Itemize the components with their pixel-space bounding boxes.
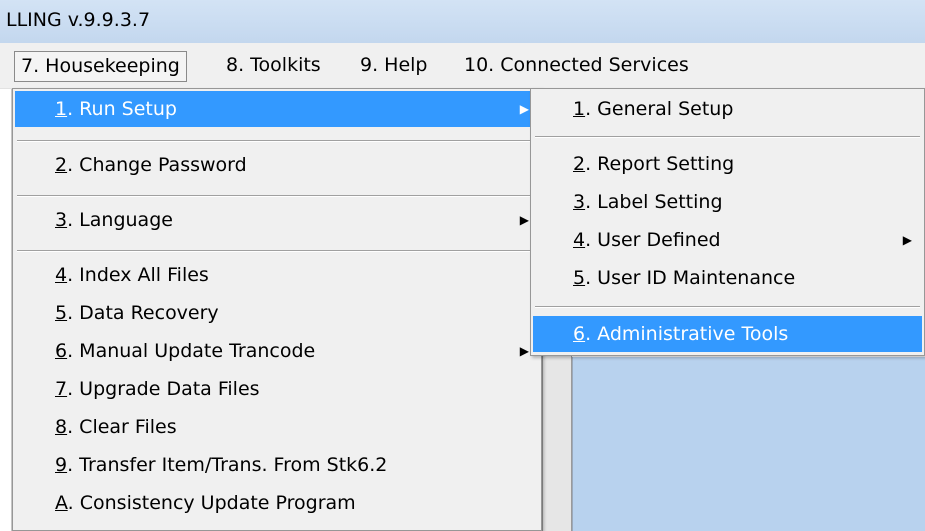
menu-item-general-setup[interactable]: 1. General Setup bbox=[533, 91, 922, 127]
triangle-right-icon: ▶ bbox=[519, 102, 529, 116]
menu-item-label: . Change Password bbox=[67, 154, 247, 176]
menu-item-label: . User Defined bbox=[585, 229, 721, 251]
menu-item-label: . General Setup bbox=[585, 98, 734, 120]
menu-separator bbox=[17, 250, 537, 252]
menu-item-label: . Consistency Update Program bbox=[67, 492, 356, 514]
menu-item-run-setup[interactable]: 1. Run Setup ▶ bbox=[15, 91, 539, 127]
menu-item-clear-files[interactable]: 8. Clear Files bbox=[15, 409, 539, 445]
menu-item-key: 2 bbox=[573, 153, 586, 175]
menu-bar: 7. Housekeeping 8. Toolkits 9. Help 10. … bbox=[0, 43, 925, 89]
left-panel-edge bbox=[0, 89, 12, 531]
menu-separator bbox=[17, 140, 537, 142]
menu-connected-services[interactable]: 10. Connected Services bbox=[458, 51, 695, 82]
menu-item-report-setting[interactable]: 2. Report Setting bbox=[533, 146, 922, 182]
menu-item-key: 2 bbox=[55, 154, 68, 176]
triangle-right-icon: ▶ bbox=[519, 344, 529, 358]
menu-item-key: 9 bbox=[55, 454, 68, 476]
menu-item-key: 8 bbox=[55, 416, 68, 438]
menu-item-key: 1 bbox=[55, 98, 68, 120]
housekeeping-menu: 1. Run Setup ▶ 2. Change Password 3. Lan… bbox=[12, 88, 542, 531]
menu-item-user-id-maintenance[interactable]: 5. User ID Maintenance bbox=[533, 260, 922, 296]
menu-item-label: . Run Setup bbox=[67, 98, 177, 120]
menu-housekeeping[interactable]: 7. Housekeeping bbox=[14, 51, 187, 82]
menu-item-label-setting[interactable]: 3. Label Setting bbox=[533, 184, 922, 220]
menu-item-label: . User ID Maintenance bbox=[585, 267, 796, 289]
menu-item-key: 4 bbox=[55, 264, 68, 286]
menu-item-key: 1 bbox=[573, 98, 586, 120]
menu-item-label: . Upgrade Data Files bbox=[67, 378, 260, 400]
menu-item-label: . Report Setting bbox=[585, 153, 735, 175]
menu-item-label: . Clear Files bbox=[67, 416, 177, 438]
menu-item-consistency-update[interactable]: A. Consistency Update Program bbox=[15, 485, 539, 521]
menu-item-index-all-files[interactable]: 4. Index All Files bbox=[15, 257, 539, 293]
menu-item-key: 6 bbox=[55, 340, 68, 362]
menu-item-administrative-tools[interactable]: 6. Administrative Tools bbox=[533, 316, 922, 352]
menu-item-upgrade-data-files[interactable]: 7. Upgrade Data Files bbox=[15, 371, 539, 407]
menu-item-key: 5 bbox=[55, 302, 68, 324]
menu-item-label: . Index All Files bbox=[67, 264, 209, 286]
menu-item-label: . Label Setting bbox=[585, 191, 723, 213]
menu-separator bbox=[17, 195, 537, 197]
menu-item-user-defined[interactable]: 4. User Defined ▶ bbox=[533, 222, 922, 258]
menu-toolkits[interactable]: 8. Toolkits bbox=[220, 51, 327, 82]
menu-item-language[interactable]: 3. Language ▶ bbox=[15, 202, 539, 238]
title-bar: LLING v.9.9.3.7 bbox=[0, 0, 925, 43]
menu-item-key: 7 bbox=[55, 378, 68, 400]
menu-item-label: . Manual Update Trancode bbox=[67, 340, 316, 362]
menu-item-label: . Data Recovery bbox=[67, 302, 219, 324]
menu-separator bbox=[535, 306, 920, 308]
window-title: LLING v.9.9.3.7 bbox=[6, 9, 151, 31]
menu-item-key: 3 bbox=[55, 209, 68, 231]
menu-item-key: 6 bbox=[573, 323, 586, 345]
menu-item-label: . Administrative Tools bbox=[585, 323, 789, 345]
menu-item-change-password[interactable]: 2. Change Password bbox=[15, 147, 539, 183]
menu-item-key: 5 bbox=[573, 267, 586, 289]
menu-item-label: . Transfer Item/Trans. From Stk6.2 bbox=[67, 454, 388, 476]
menu-item-transfer-item[interactable]: 9. Transfer Item/Trans. From Stk6.2 bbox=[15, 447, 539, 483]
run-setup-submenu: 1. General Setup 2. Report Setting 3. La… bbox=[530, 88, 925, 356]
menu-separator bbox=[535, 136, 920, 138]
menu-help[interactable]: 9. Help bbox=[354, 51, 433, 82]
menu-item-label: . Language bbox=[67, 209, 173, 231]
triangle-right-icon: ▶ bbox=[902, 233, 912, 247]
menu-item-key: 4 bbox=[573, 229, 586, 251]
menu-item-key: A bbox=[55, 492, 68, 514]
menu-item-data-recovery[interactable]: 5. Data Recovery bbox=[15, 295, 539, 331]
menu-item-key: 3 bbox=[573, 191, 586, 213]
workspace-panel bbox=[572, 357, 925, 531]
triangle-right-icon: ▶ bbox=[519, 213, 529, 227]
menu-item-manual-update-trancode[interactable]: 6. Manual Update Trancode ▶ bbox=[15, 333, 539, 369]
